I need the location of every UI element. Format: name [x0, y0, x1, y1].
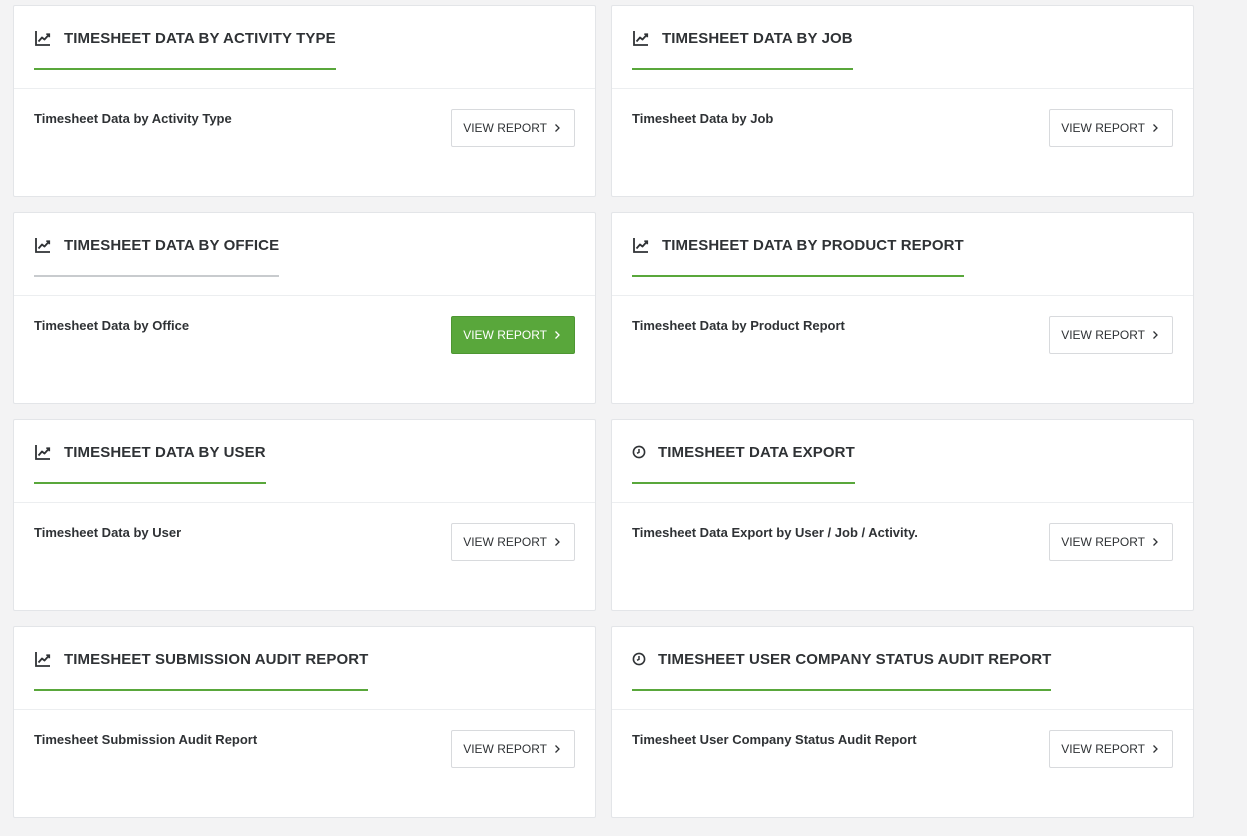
view-report-button[interactable]: VIEW REPORT — [451, 730, 575, 768]
line-chart-icon — [633, 31, 649, 46]
card-title: TIMESHEET DATA BY OFFICE — [64, 236, 280, 254]
line-chart-icon — [633, 238, 649, 253]
card-body: Timesheet Data by Office VIEW REPORT — [14, 296, 595, 354]
card-title: TIMESHEET DATA EXPORT — [658, 443, 855, 461]
chevron-right-icon — [555, 331, 560, 339]
view-report-label: VIEW REPORT — [463, 742, 547, 756]
report-card-user-company-status-audit: TIMESHEET USER COMPANY STATUS AUDIT REPO… — [611, 626, 1194, 818]
card-title: TIMESHEET SUBMISSION AUDIT REPORT — [64, 650, 369, 668]
card-title: TIMESHEET DATA BY ACTIVITY TYPE — [64, 29, 336, 47]
card-header: TIMESHEET DATA BY PRODUCT REPORT — [612, 213, 1193, 296]
view-report-button[interactable]: VIEW REPORT — [1049, 730, 1173, 768]
view-report-label: VIEW REPORT — [1061, 535, 1145, 549]
card-body: Timesheet User Company Status Audit Repo… — [612, 710, 1193, 768]
chevron-right-icon — [555, 124, 560, 132]
report-card-user: TIMESHEET DATA BY USER Timesheet Data by… — [13, 419, 596, 611]
view-report-label: VIEW REPORT — [463, 328, 547, 342]
chevron-right-icon — [555, 538, 560, 546]
card-title-underline: TIMESHEET DATA BY JOB — [632, 6, 853, 70]
card-body: Timesheet Data by Product Report VIEW RE… — [612, 296, 1193, 354]
card-header: TIMESHEET USER COMPANY STATUS AUDIT REPO… — [612, 627, 1193, 710]
line-chart-icon — [35, 652, 51, 667]
chevron-right-icon — [1153, 124, 1158, 132]
card-title-underline: TIMESHEET USER COMPANY STATUS AUDIT REPO… — [632, 627, 1052, 691]
card-title-underline: TIMESHEET DATA BY ACTIVITY TYPE — [34, 6, 336, 70]
line-chart-icon — [35, 238, 51, 253]
card-title-underline: TIMESHEET DATA EXPORT — [632, 420, 855, 484]
view-report-button[interactable]: VIEW REPORT — [1049, 523, 1173, 561]
card-header: TIMESHEET DATA BY USER — [14, 420, 595, 503]
view-report-button[interactable]: VIEW REPORT — [1049, 109, 1173, 147]
report-card-activity-type: TIMESHEET DATA BY ACTIVITY TYPE Timeshee… — [13, 5, 596, 197]
card-body: Timesheet Data by Activity Type VIEW REP… — [14, 89, 595, 147]
card-header: TIMESHEET SUBMISSION AUDIT REPORT — [14, 627, 595, 710]
report-grid: TIMESHEET DATA BY ACTIVITY TYPE Timeshee… — [13, 5, 1194, 818]
chevron-right-icon — [1153, 538, 1158, 546]
card-header: TIMESHEET DATA BY ACTIVITY TYPE — [14, 6, 595, 89]
card-title: TIMESHEET DATA BY JOB — [662, 29, 853, 47]
card-header: TIMESHEET DATA BY JOB — [612, 6, 1193, 89]
view-report-label: VIEW REPORT — [1061, 742, 1145, 756]
clock-icon — [632, 445, 646, 459]
view-report-label: VIEW REPORT — [463, 535, 547, 549]
view-report-button[interactable]: VIEW REPORT — [451, 316, 575, 354]
card-body: Timesheet Data by Job VIEW REPORT — [612, 89, 1193, 147]
chevron-right-icon — [1153, 331, 1158, 339]
view-report-label: VIEW REPORT — [1061, 328, 1145, 342]
report-card-product-report: TIMESHEET DATA BY PRODUCT REPORT Timeshe… — [611, 212, 1194, 404]
card-title: TIMESHEET USER COMPANY STATUS AUDIT REPO… — [658, 650, 1052, 668]
view-report-button[interactable]: VIEW REPORT — [451, 109, 575, 147]
card-title-underline: TIMESHEET DATA BY USER — [34, 420, 266, 484]
card-body: Timesheet Submission Audit Report VIEW R… — [14, 710, 595, 768]
card-title: TIMESHEET DATA BY PRODUCT REPORT — [662, 236, 964, 254]
view-report-button[interactable]: VIEW REPORT — [1049, 316, 1173, 354]
card-header: TIMESHEET DATA EXPORT — [612, 420, 1193, 503]
card-body: Timesheet Data Export by User / Job / Ac… — [612, 503, 1193, 561]
card-title-underline: TIMESHEET DATA BY PRODUCT REPORT — [632, 213, 964, 277]
view-report-label: VIEW REPORT — [1061, 121, 1145, 135]
chevron-right-icon — [555, 745, 560, 753]
clock-icon — [632, 652, 646, 666]
view-report-label: VIEW REPORT — [463, 121, 547, 135]
report-card-data-export: TIMESHEET DATA EXPORT Timesheet Data Exp… — [611, 419, 1194, 611]
view-report-button[interactable]: VIEW REPORT — [451, 523, 575, 561]
card-body: Timesheet Data by User VIEW REPORT — [14, 503, 595, 561]
line-chart-icon — [35, 31, 51, 46]
card-title-underline: TIMESHEET DATA BY OFFICE — [34, 213, 280, 277]
report-card-job: TIMESHEET DATA BY JOB Timesheet Data by … — [611, 5, 1194, 197]
chevron-right-icon — [1153, 745, 1158, 753]
line-chart-icon — [35, 445, 51, 460]
report-card-office: TIMESHEET DATA BY OFFICE Timesheet Data … — [13, 212, 596, 404]
card-header: TIMESHEET DATA BY OFFICE — [14, 213, 595, 296]
card-title: TIMESHEET DATA BY USER — [64, 443, 266, 461]
report-card-submission-audit: TIMESHEET SUBMISSION AUDIT REPORT Timesh… — [13, 626, 596, 818]
card-title-underline: TIMESHEET SUBMISSION AUDIT REPORT — [34, 627, 369, 691]
